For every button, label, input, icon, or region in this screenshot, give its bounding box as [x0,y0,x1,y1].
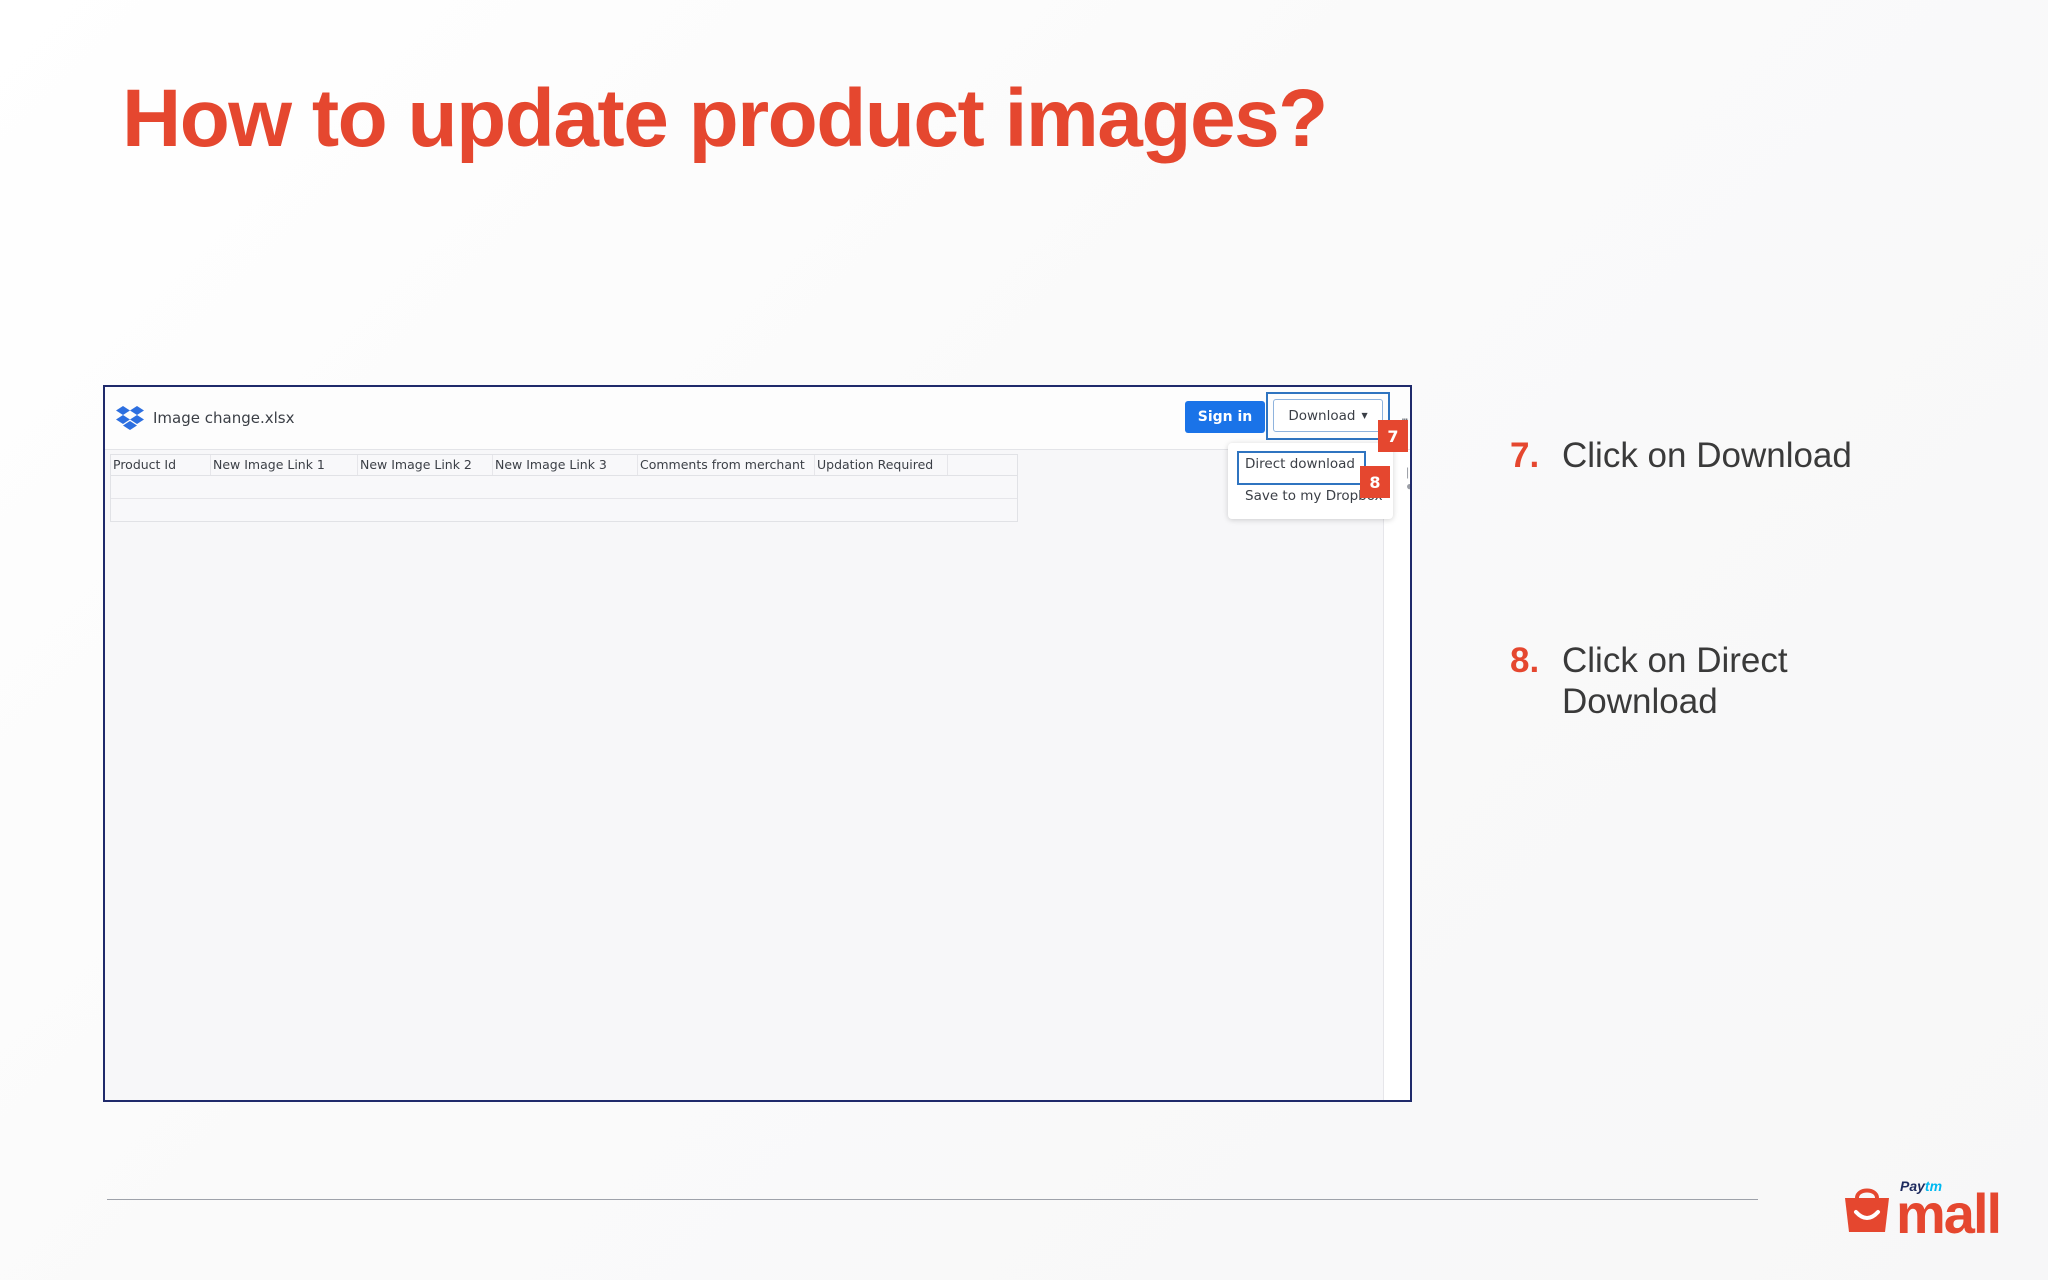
dropbox-icon [116,406,144,430]
download-button-label: Download [1288,407,1356,424]
step-8-badge: 8 [1360,466,1390,498]
column-header[interactable] [948,455,1011,475]
file-name: Image change.xlsx [153,409,295,427]
spreadsheet: Product Id New Image Link 1 New Image Li… [110,454,1018,522]
partial-icon: |● [1406,465,1410,493]
step-7-instruction: 7. Click on Download [1510,436,1852,476]
column-header[interactable]: Product Id [111,455,211,475]
column-header[interactable]: New Image Link 1 [211,455,358,475]
table-row[interactable] [111,498,1017,520]
column-header[interactable]: Comments from merchant [638,455,815,475]
table-row[interactable] [111,476,1017,499]
scrollbar[interactable] [1383,450,1410,1100]
step-number: 8. [1510,641,1540,680]
step-text: Click on Direct Download [1562,641,1788,721]
download-button[interactable]: Download ▼ [1273,399,1383,432]
caret-down-icon: ▼ [1361,411,1368,420]
spreadsheet-header-row: Product Id New Image Link 1 New Image Li… [111,455,1017,476]
sign-in-button[interactable]: Sign in [1185,401,1265,433]
shopping-bag-icon [1845,1188,1889,1232]
column-header[interactable]: New Image Link 2 [358,455,493,475]
column-header[interactable]: New Image Link 3 [493,455,638,475]
step-8-instruction: 8. Click on Direct Download [1510,640,1822,722]
step-7-badge: 7 [1378,420,1408,452]
step-text: Click on Download [1562,436,1852,475]
slide-title: How to update product images? [122,73,1328,164]
file-viewer-body [105,450,1383,1100]
direct-download-highlight-box [1237,451,1366,485]
footer-divider [107,1199,1758,1200]
column-header[interactable]: Updation Required [815,455,948,475]
mall-wordmark: mall [1896,1182,2002,1245]
paytm-mall-logo: Paytm mall [1842,1178,2017,1242]
step-number: 7. [1510,436,1540,475]
embedded-screenshot: Image change.xlsx Sign in Download ▼ ...… [103,385,1412,1102]
